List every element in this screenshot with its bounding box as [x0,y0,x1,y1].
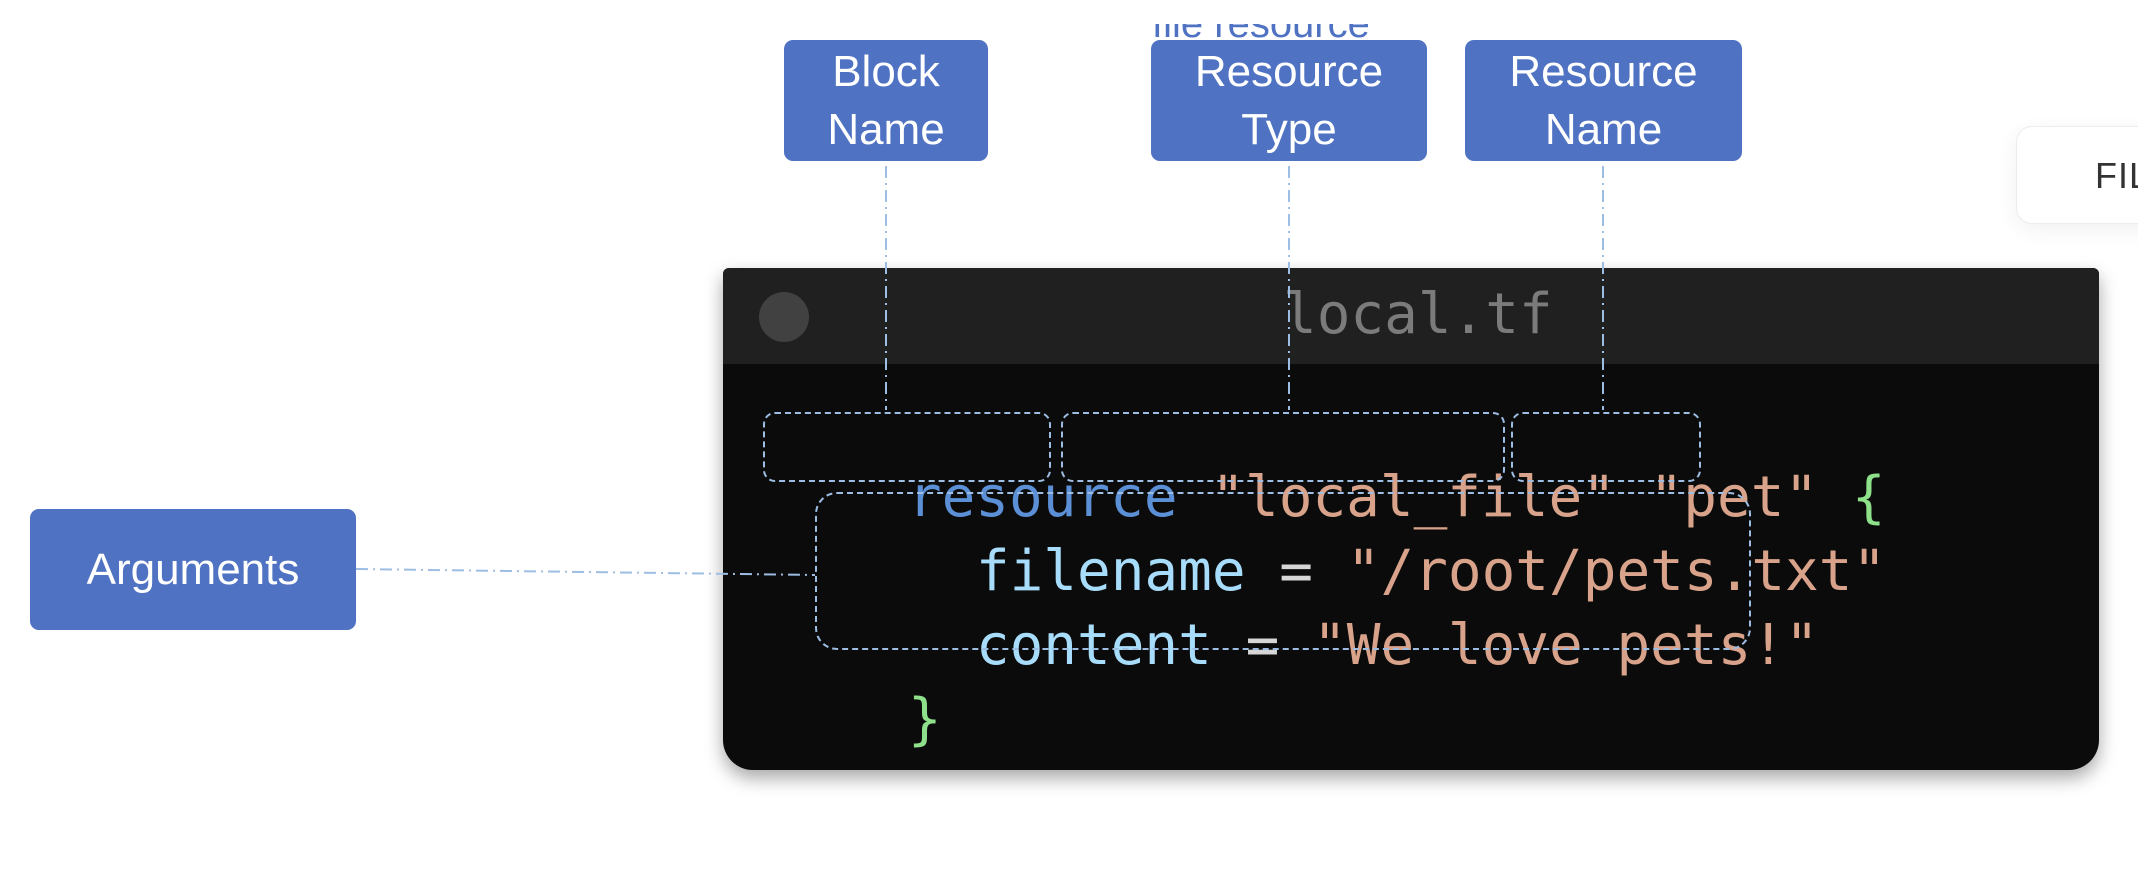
arguments-leader [355,568,816,576]
leader-lines [355,166,1604,576]
